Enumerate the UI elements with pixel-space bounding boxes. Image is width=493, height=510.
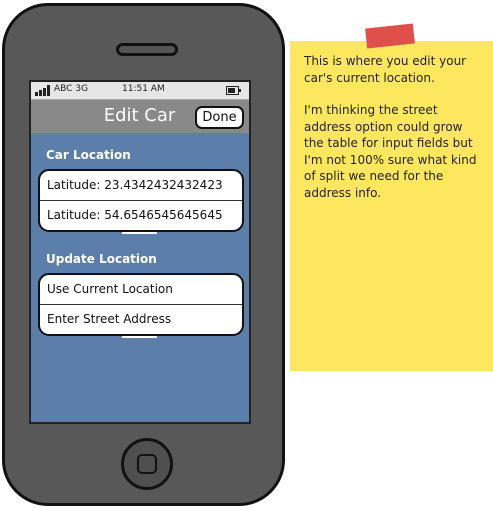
- update-location-group: Use Current Location Enter Street Addres…: [38, 273, 244, 336]
- update-location-header: Update Location: [46, 252, 157, 266]
- use-current-location-row[interactable]: Use Current Location: [40, 275, 242, 304]
- nav-title: Edit Car: [103, 105, 176, 126]
- status-time: 11:51 AM: [122, 84, 165, 94]
- latitude-row-2[interactable]: Latitude: 54.6546545645645: [40, 200, 242, 230]
- enter-street-address-row[interactable]: Enter Street Address: [40, 304, 242, 334]
- latitude-row-1[interactable]: Latitude: 23.4342432432423: [40, 171, 242, 200]
- carrier-name: ABC: [54, 84, 73, 94]
- group-divider: [122, 336, 157, 338]
- nav-bar: Edit Car Done: [31, 100, 249, 133]
- group-divider: [122, 232, 157, 234]
- car-location-group: Latitude: 23.4342432432423 Latitude: 54.…: [38, 169, 244, 232]
- home-square-icon: [137, 454, 157, 474]
- done-button[interactable]: Done: [195, 106, 244, 129]
- network-type: 3G: [75, 84, 89, 94]
- status-bar: ABC 3G 11:51 AM: [31, 82, 249, 100]
- car-location-header: Car Location: [46, 148, 131, 162]
- sticky-note-paragraph-1: This is where you edit your car's curren…: [304, 54, 467, 85]
- speaker-slot: [116, 43, 178, 56]
- home-button-icon[interactable]: [121, 438, 173, 490]
- phone-screen: ABC 3G 11:51 AM Edit Car Done Car Locati…: [29, 80, 251, 424]
- signal-icon: [35, 85, 51, 96]
- battery-icon: [226, 86, 241, 95]
- sticky-note: This is where you edit your car's curren…: [290, 41, 493, 371]
- sticky-note-paragraph-2: I'm thinking the street address option c…: [304, 103, 477, 200]
